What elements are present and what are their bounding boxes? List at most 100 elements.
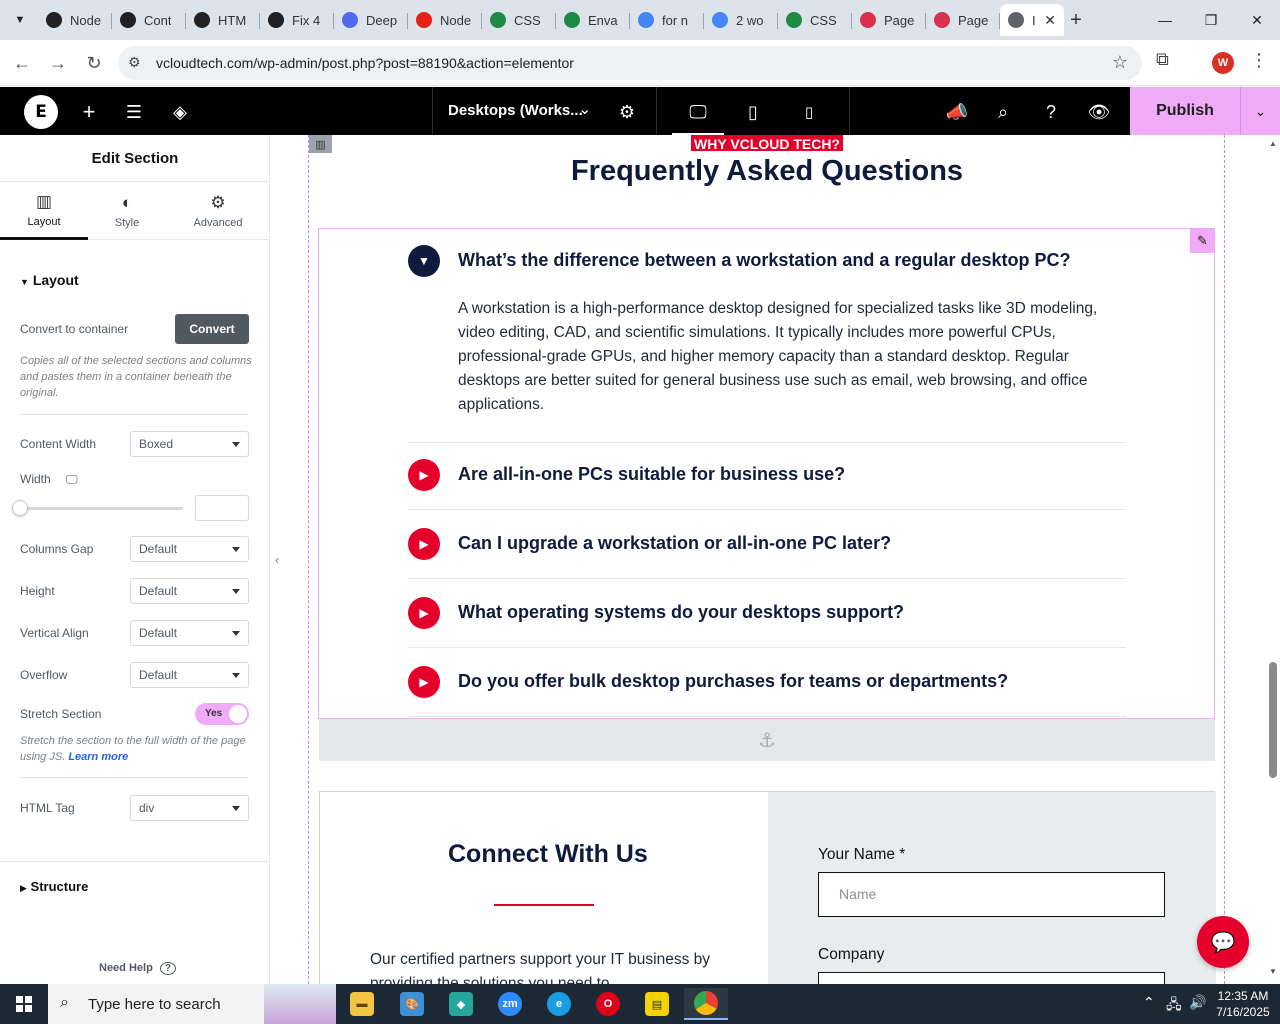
faq-question[interactable]: What’s the difference between a workstat… [458, 250, 1070, 271]
chat-widget-icon[interactable]: 💬 [1197, 916, 1249, 968]
browser-tab[interactable]: Cont [112, 4, 186, 36]
taskbar-search-box[interactable]: ⌕ Type here to search [48, 984, 336, 1024]
publish-options-chevron-down-icon[interactable]: ⌄ [1240, 87, 1280, 135]
site-settings-icon[interactable]: ⚙ [128, 54, 141, 71]
browser-tab[interactable]: Page [852, 4, 926, 36]
network-icon[interactable]: 🖧 [1166, 994, 1182, 1018]
convert-button[interactable]: Convert [175, 314, 249, 344]
edge-browser-icon[interactable]: e [539, 988, 579, 1020]
scroll-down-arrow-icon[interactable]: ▼ [1269, 967, 1277, 976]
browser-tab[interactable]: 2 wo [704, 4, 778, 36]
tablet-device-icon[interactable]: ▯ [740, 99, 766, 125]
content-width-select[interactable]: Boxed [130, 431, 249, 457]
overflow-select[interactable]: Default [130, 662, 249, 688]
faq-question[interactable]: Are all-in-one PCs suitable for business… [458, 464, 845, 485]
close-tab-icon[interactable]: ✕ [1044, 12, 1056, 29]
preview-eye-icon[interactable]: 👁 [1086, 99, 1112, 125]
collapse-panel-chevron-left-icon[interactable]: ‹ [270, 540, 284, 580]
close-window-button[interactable]: ✕ [1234, 0, 1280, 40]
structure-layers-icon[interactable]: ◈ [167, 99, 193, 125]
faq-caret-right-icon[interactable]: ▶ [408, 666, 440, 698]
browser-tab[interactable]: Node [38, 4, 112, 36]
publish-button[interactable]: Publish [1130, 87, 1240, 135]
need-help-link[interactable]: Need Help ? [99, 962, 176, 975]
reload-icon[interactable]: ↻ [80, 49, 108, 77]
browser-tab[interactable]: Page [926, 4, 1000, 36]
faq-question[interactable]: What operating systems do your desktops … [458, 602, 904, 623]
faq-caret-right-icon[interactable]: ▶ [408, 459, 440, 491]
desktop-device-icon[interactable]: 🖵 [685, 99, 711, 125]
vertical-align-select[interactable]: Default [130, 620, 249, 646]
start-windows-icon[interactable] [0, 984, 48, 1024]
extensions-puzzle-icon[interactable]: ⧉ [1156, 49, 1169, 70]
structure-section-toggle[interactable]: ▶ Structure [20, 879, 88, 894]
volume-icon[interactable]: 🔊 [1189, 994, 1206, 1011]
show-hidden-icons-chevron-up-icon[interactable]: ⌃ [1143, 994, 1155, 1011]
browser-tab[interactable]: HTM [186, 4, 260, 36]
page-settings-gear-icon[interactable]: ⚙ [614, 99, 640, 125]
tab-search-chevron-icon[interactable]: ▼ [8, 6, 32, 34]
stretch-section-toggle[interactable]: Yes [195, 703, 249, 725]
elementor-logo-icon[interactable]: E [24, 95, 58, 129]
profile-avatar[interactable]: W [1212, 52, 1234, 74]
layout-section-toggle[interactable]: ▼ Layout [20, 272, 79, 288]
columns-gap-select[interactable]: Default [130, 536, 249, 562]
faq-caret-right-icon[interactable]: ▶ [408, 597, 440, 629]
faq-heading[interactable]: Frequently Asked Questions [284, 155, 1250, 188]
column-handle-icon[interactable]: ▥ [309, 135, 332, 153]
browser-tab[interactable]: for n [630, 4, 704, 36]
browser-tab[interactable]: Deep [334, 4, 408, 36]
name-input[interactable]: Name [818, 872, 1165, 917]
document-name[interactable]: Desktops (Works... [448, 102, 583, 119]
site-settings-sliders-icon[interactable]: ☰ [121, 99, 147, 125]
connect-section[interactable]: Your Name * Name Company Connect With Us… [319, 791, 1216, 984]
anchor-section[interactable]: ⚓ [319, 719, 1215, 761]
faq-eyebrow-label[interactable]: WHY VCLOUD TECH? [691, 135, 843, 151]
notifications-megaphone-icon[interactable]: 📣 [944, 99, 970, 125]
help-question-icon[interactable]: ? [1038, 99, 1064, 125]
width-slider-handle[interactable] [12, 500, 28, 516]
scroll-up-arrow-icon[interactable]: ▲ [1269, 139, 1277, 148]
faq-question[interactable]: Do you offer bulk desktop purchases for … [458, 671, 1008, 692]
tab-advanced[interactable]: ⚙ Advanced [170, 182, 266, 240]
address-bar[interactable]: ⚙ vcloudtech.com/wp-admin/post.php?post=… [118, 46, 1142, 80]
minimize-window-button[interactable]: — [1142, 0, 1188, 40]
tab-layout[interactable]: ▥ Layout [0, 182, 88, 240]
restore-window-button[interactable]: ❐ [1188, 0, 1234, 40]
bookmark-star-icon[interactable]: ☆ [1112, 52, 1128, 73]
browser-tab[interactable]: I ✕ [1000, 4, 1064, 36]
new-tab-button[interactable]: + [1064, 8, 1088, 32]
browser-menu-icon[interactable]: ⋮ [1250, 50, 1268, 71]
file-explorer-icon[interactable]: ▬ [342, 988, 382, 1020]
search-icon[interactable]: ⌕ [990, 99, 1016, 125]
faq-caret-right-icon[interactable]: ▶ [408, 528, 440, 560]
vscode-like-app-icon[interactable]: ◆ [441, 988, 481, 1020]
width-slider-track[interactable] [20, 507, 183, 510]
browser-tab[interactable]: Enva [556, 4, 630, 36]
url-text[interactable]: vcloudtech.com/wp-admin/post.php?post=88… [156, 55, 574, 71]
sticky-notes-icon[interactable]: ▤ [637, 988, 677, 1020]
opera-browser-icon[interactable]: O [588, 988, 628, 1020]
add-element-icon[interactable]: + [76, 99, 102, 125]
tab-style[interactable]: ◐ Style [88, 182, 166, 240]
forward-arrow-icon[interactable]: → [44, 49, 72, 77]
faq-question[interactable]: Can I upgrade a workstation or all-in-on… [458, 533, 891, 554]
responsive-desktop-icon[interactable]: 🖵 [66, 472, 78, 486]
canvas-scrollbar[interactable]: ▲ ▼ [1266, 135, 1280, 984]
company-input[interactable] [818, 972, 1165, 984]
system-clock[interactable]: 12:35 AM 7/16/2025 [1210, 988, 1276, 1020]
paint-app-icon[interactable]: 🎨 [392, 988, 432, 1020]
browser-tab[interactable]: CSS [778, 4, 852, 36]
width-number-input[interactable] [195, 495, 249, 521]
learn-more-link[interactable]: Learn more [68, 751, 128, 763]
faq-caret-down-icon[interactable]: ▼ [408, 245, 440, 277]
mobile-device-icon[interactable]: ▯ [796, 99, 822, 125]
edit-widget-pencil-icon[interactable]: ✎ [1190, 228, 1215, 253]
browser-tab[interactable]: Node [408, 4, 482, 36]
chrome-browser-icon[interactable] [684, 988, 728, 1020]
back-arrow-icon[interactable]: ← [8, 49, 36, 77]
height-select[interactable]: Default [130, 578, 249, 604]
browser-tab[interactable]: CSS [482, 4, 556, 36]
html-tag-select[interactable]: div [130, 795, 249, 821]
scrollbar-thumb[interactable] [1269, 662, 1277, 778]
